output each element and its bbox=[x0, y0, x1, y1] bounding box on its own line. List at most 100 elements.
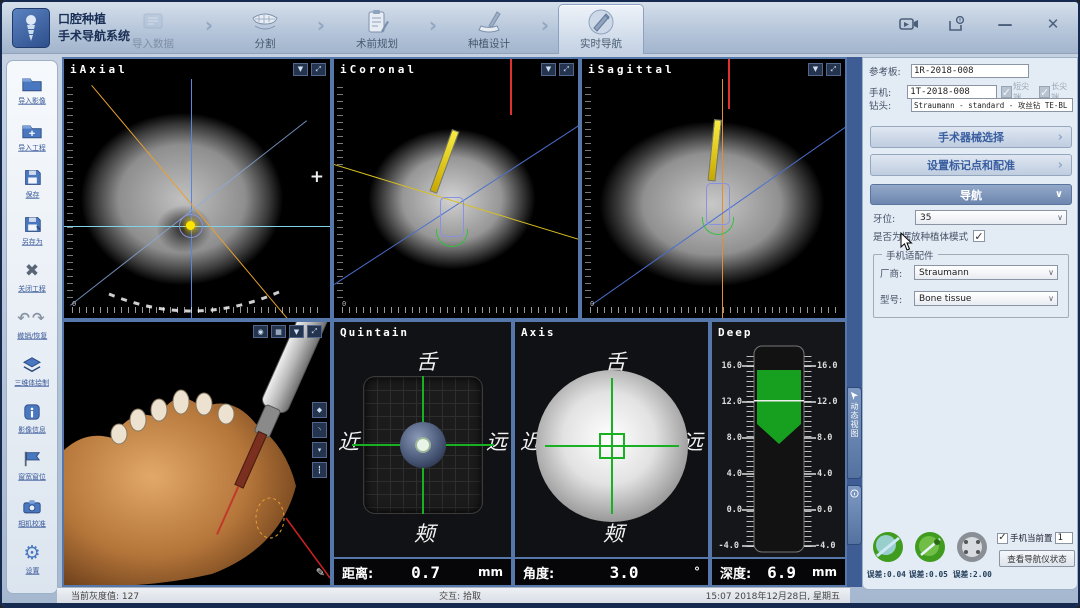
chevron-right-icon: › bbox=[196, 4, 222, 54]
redo-icon[interactable]: ↷ bbox=[32, 309, 47, 327]
app-window: 口腔种植 手术导航系统 导入数据 › 分割 › 术前 bbox=[0, 0, 1080, 608]
sidebar-item-window-level[interactable]: 窗宽窗位 bbox=[7, 441, 57, 488]
registration-button[interactable]: 设置标记点和配准 › bbox=[870, 154, 1072, 176]
short-tip-checkbox[interactable]: ✓ bbox=[1001, 86, 1012, 98]
step-label: 术前规划 bbox=[356, 36, 398, 51]
model-select[interactable]: Bone tissue ∨ bbox=[914, 291, 1058, 306]
nav-status-button[interactable]: 查看导航仪状态 bbox=[999, 550, 1075, 567]
sidebar-item-import-image[interactable]: 导入影像 bbox=[7, 65, 57, 112]
sidebar-item-label: 相机校准 bbox=[18, 518, 46, 528]
record-video-button[interactable] bbox=[896, 14, 922, 34]
ruler-zero: 0 bbox=[72, 300, 76, 308]
minimize-button[interactable]: — bbox=[992, 14, 1018, 34]
sidebar-item-settings[interactable]: ⚙ 设置 bbox=[7, 535, 57, 582]
view-menu-icon[interactable]: ▼ bbox=[808, 63, 823, 76]
export-icon bbox=[948, 16, 966, 32]
axial-canvas[interactable]: + 0 bbox=[64, 79, 330, 318]
step-label: 分割 bbox=[255, 36, 276, 51]
side-tab-dynamic-view[interactable]: 动态视图 bbox=[847, 387, 862, 479]
compass-bottom: 颊 bbox=[414, 518, 435, 548]
deep-tick: -4.0 bbox=[815, 541, 841, 551]
view-title: iSagittal bbox=[588, 63, 675, 76]
export-report-button[interactable] bbox=[944, 14, 970, 34]
panel-deep[interactable]: Deep 16.0 12.0 8.0 4.0 0.0 bbox=[712, 322, 845, 585]
coronal-canvas[interactable]: 0 bbox=[334, 79, 578, 318]
quintain-center-dot bbox=[415, 437, 431, 453]
annotate-pencil-icon[interactable]: ✎ bbox=[316, 566, 325, 579]
instrument-select-button[interactable]: 手术器械选择 › bbox=[870, 126, 1072, 148]
step-realtime-nav[interactable]: 实时导航 bbox=[558, 4, 644, 54]
drill-visibility-icon[interactable]: ┇ bbox=[312, 462, 327, 478]
handpiece-current-checkbox[interactable]: ✓ bbox=[997, 533, 1008, 544]
navigation-section-header[interactable]: 导航 ∨ bbox=[870, 184, 1072, 205]
chevron-right-icon: › bbox=[1058, 158, 1063, 173]
deep-tick: 0.0 bbox=[716, 505, 742, 515]
view-expand-icon[interactable]: ⤢ bbox=[307, 325, 322, 338]
view-axial[interactable]: iAxial ▼ ⤢ + 0 bbox=[64, 59, 330, 318]
import-data-icon bbox=[136, 8, 170, 36]
sidebar-item-close-project[interactable]: ✖ 关闭工程 bbox=[7, 253, 57, 300]
step-implant-design[interactable]: 种植设计 bbox=[446, 4, 532, 54]
sagittal-canvas[interactable]: 0 bbox=[582, 79, 845, 318]
reference-plate-label: 参考板: bbox=[869, 64, 911, 78]
registration-label: 设置标记点和配准 bbox=[927, 157, 1015, 173]
tooth-position-select[interactable]: 35 ∨ bbox=[915, 210, 1067, 225]
sidebar-item-save[interactable]: 保存 bbox=[7, 159, 57, 206]
save-as-icon bbox=[23, 212, 42, 236]
long-tip-checkbox[interactable]: ✓ bbox=[1039, 86, 1050, 98]
model-value: Bone tissue bbox=[919, 294, 971, 304]
error-value: 误差:2.00 bbox=[953, 568, 992, 579]
step-preop-plan[interactable]: 术前规划 bbox=[334, 4, 420, 54]
sidebar-item-image-info[interactable]: 影像信息 bbox=[7, 394, 57, 441]
view-menu-icon[interactable]: ▼ bbox=[541, 63, 556, 76]
sidebar-item-volume-render[interactable]: 三维体绘制 bbox=[7, 347, 57, 394]
step-import-data[interactable]: 导入数据 bbox=[110, 4, 196, 54]
view-expand-icon[interactable]: ⤢ bbox=[311, 63, 326, 76]
undo-icon[interactable]: ↶ bbox=[17, 309, 32, 327]
distance-bar: 距离: 0.7 mm bbox=[334, 557, 511, 585]
view-coronal[interactable]: iCoronal ▼ ⤢ 0 bbox=[334, 59, 578, 318]
compass-top: 舌 bbox=[416, 346, 437, 376]
step-segment[interactable]: 分割 bbox=[222, 4, 308, 54]
folder-project-icon bbox=[21, 118, 43, 142]
panel-quintain[interactable]: Quintain 舌 近 远 颊 距离: 0.7 mm bbox=[334, 322, 511, 585]
layout-grid-icon[interactable]: ▦ bbox=[271, 325, 286, 338]
segment-icon bbox=[248, 8, 282, 36]
sidebar-item-label: 三维体绘制 bbox=[15, 377, 50, 387]
drill-value[interactable]: Straumann - standard - 攻丝钻 TE-BL - Φ3. bbox=[911, 98, 1073, 112]
view-3d[interactable]: ◉ ▦ ▼ ⤢ ◆ ◝ ▾ ┇ ✎ bbox=[64, 322, 330, 585]
deep-tick: 4.0 bbox=[716, 469, 742, 479]
view-sagittal[interactable]: iSagittal ▼ ⤢ 0 bbox=[582, 59, 845, 318]
side-tab-secondary[interactable] bbox=[847, 485, 862, 545]
sidebar-item-undo-redo[interactable]: ↶↷ 撤销/恢复 bbox=[7, 300, 57, 347]
compass-bottom: 颊 bbox=[603, 518, 624, 548]
sidebar-item-camera-calibration[interactable]: 相机校准 bbox=[7, 488, 57, 535]
zoom-plus-icon[interactable]: + bbox=[310, 167, 324, 187]
implant-mode-checkbox[interactable]: ✓ bbox=[973, 230, 985, 242]
sidebar-item-import-project[interactable]: 导入工程 bbox=[7, 112, 57, 159]
snapshot-icon[interactable]: ◉ bbox=[253, 325, 268, 338]
close-button[interactable]: ✕ bbox=[1040, 14, 1066, 34]
sidebar-item-label: 撤销/恢复 bbox=[17, 330, 47, 340]
view-expand-icon[interactable]: ⤢ bbox=[826, 63, 841, 76]
view-menu-icon[interactable]: ▼ bbox=[293, 63, 308, 76]
tooth-visibility-icon[interactable]: ◆ bbox=[312, 402, 327, 418]
panel-axis[interactable]: Axis 舌 近 远 颊 角度: 3.0 ° bbox=[515, 322, 708, 585]
drill-label: 钻头: bbox=[869, 98, 911, 112]
sidebar-item-save-as[interactable]: 另存为 bbox=[7, 206, 57, 253]
depth-value: 6.9 bbox=[767, 563, 796, 582]
vendor-select[interactable]: Straumann ∨ bbox=[914, 265, 1058, 280]
handpiece-current-value[interactable]: 1 bbox=[1055, 532, 1073, 544]
view-3d-tools: ◉ ▦ ▼ ⤢ bbox=[253, 325, 322, 338]
implant-design-icon bbox=[472, 8, 506, 36]
handpiece-value[interactable]: 1T-2018-008 bbox=[907, 85, 997, 99]
implant-visibility-icon[interactable]: ▾ bbox=[312, 442, 327, 458]
view-menu-icon[interactable]: ▼ bbox=[289, 325, 304, 338]
mouse-cursor bbox=[900, 232, 914, 252]
sidebar: 导入影像 导入工程 保存 另存为 ✖ 关闭工程 ↶↷ bbox=[6, 60, 58, 594]
error-value: 误差:0.04 bbox=[867, 568, 906, 579]
nerve-visibility-icon[interactable]: ◝ bbox=[312, 422, 327, 438]
reference-plate-value[interactable]: 1R-2018-008 bbox=[911, 64, 1029, 78]
teeth-arc bbox=[104, 284, 264, 294]
view-expand-icon[interactable]: ⤢ bbox=[559, 63, 574, 76]
